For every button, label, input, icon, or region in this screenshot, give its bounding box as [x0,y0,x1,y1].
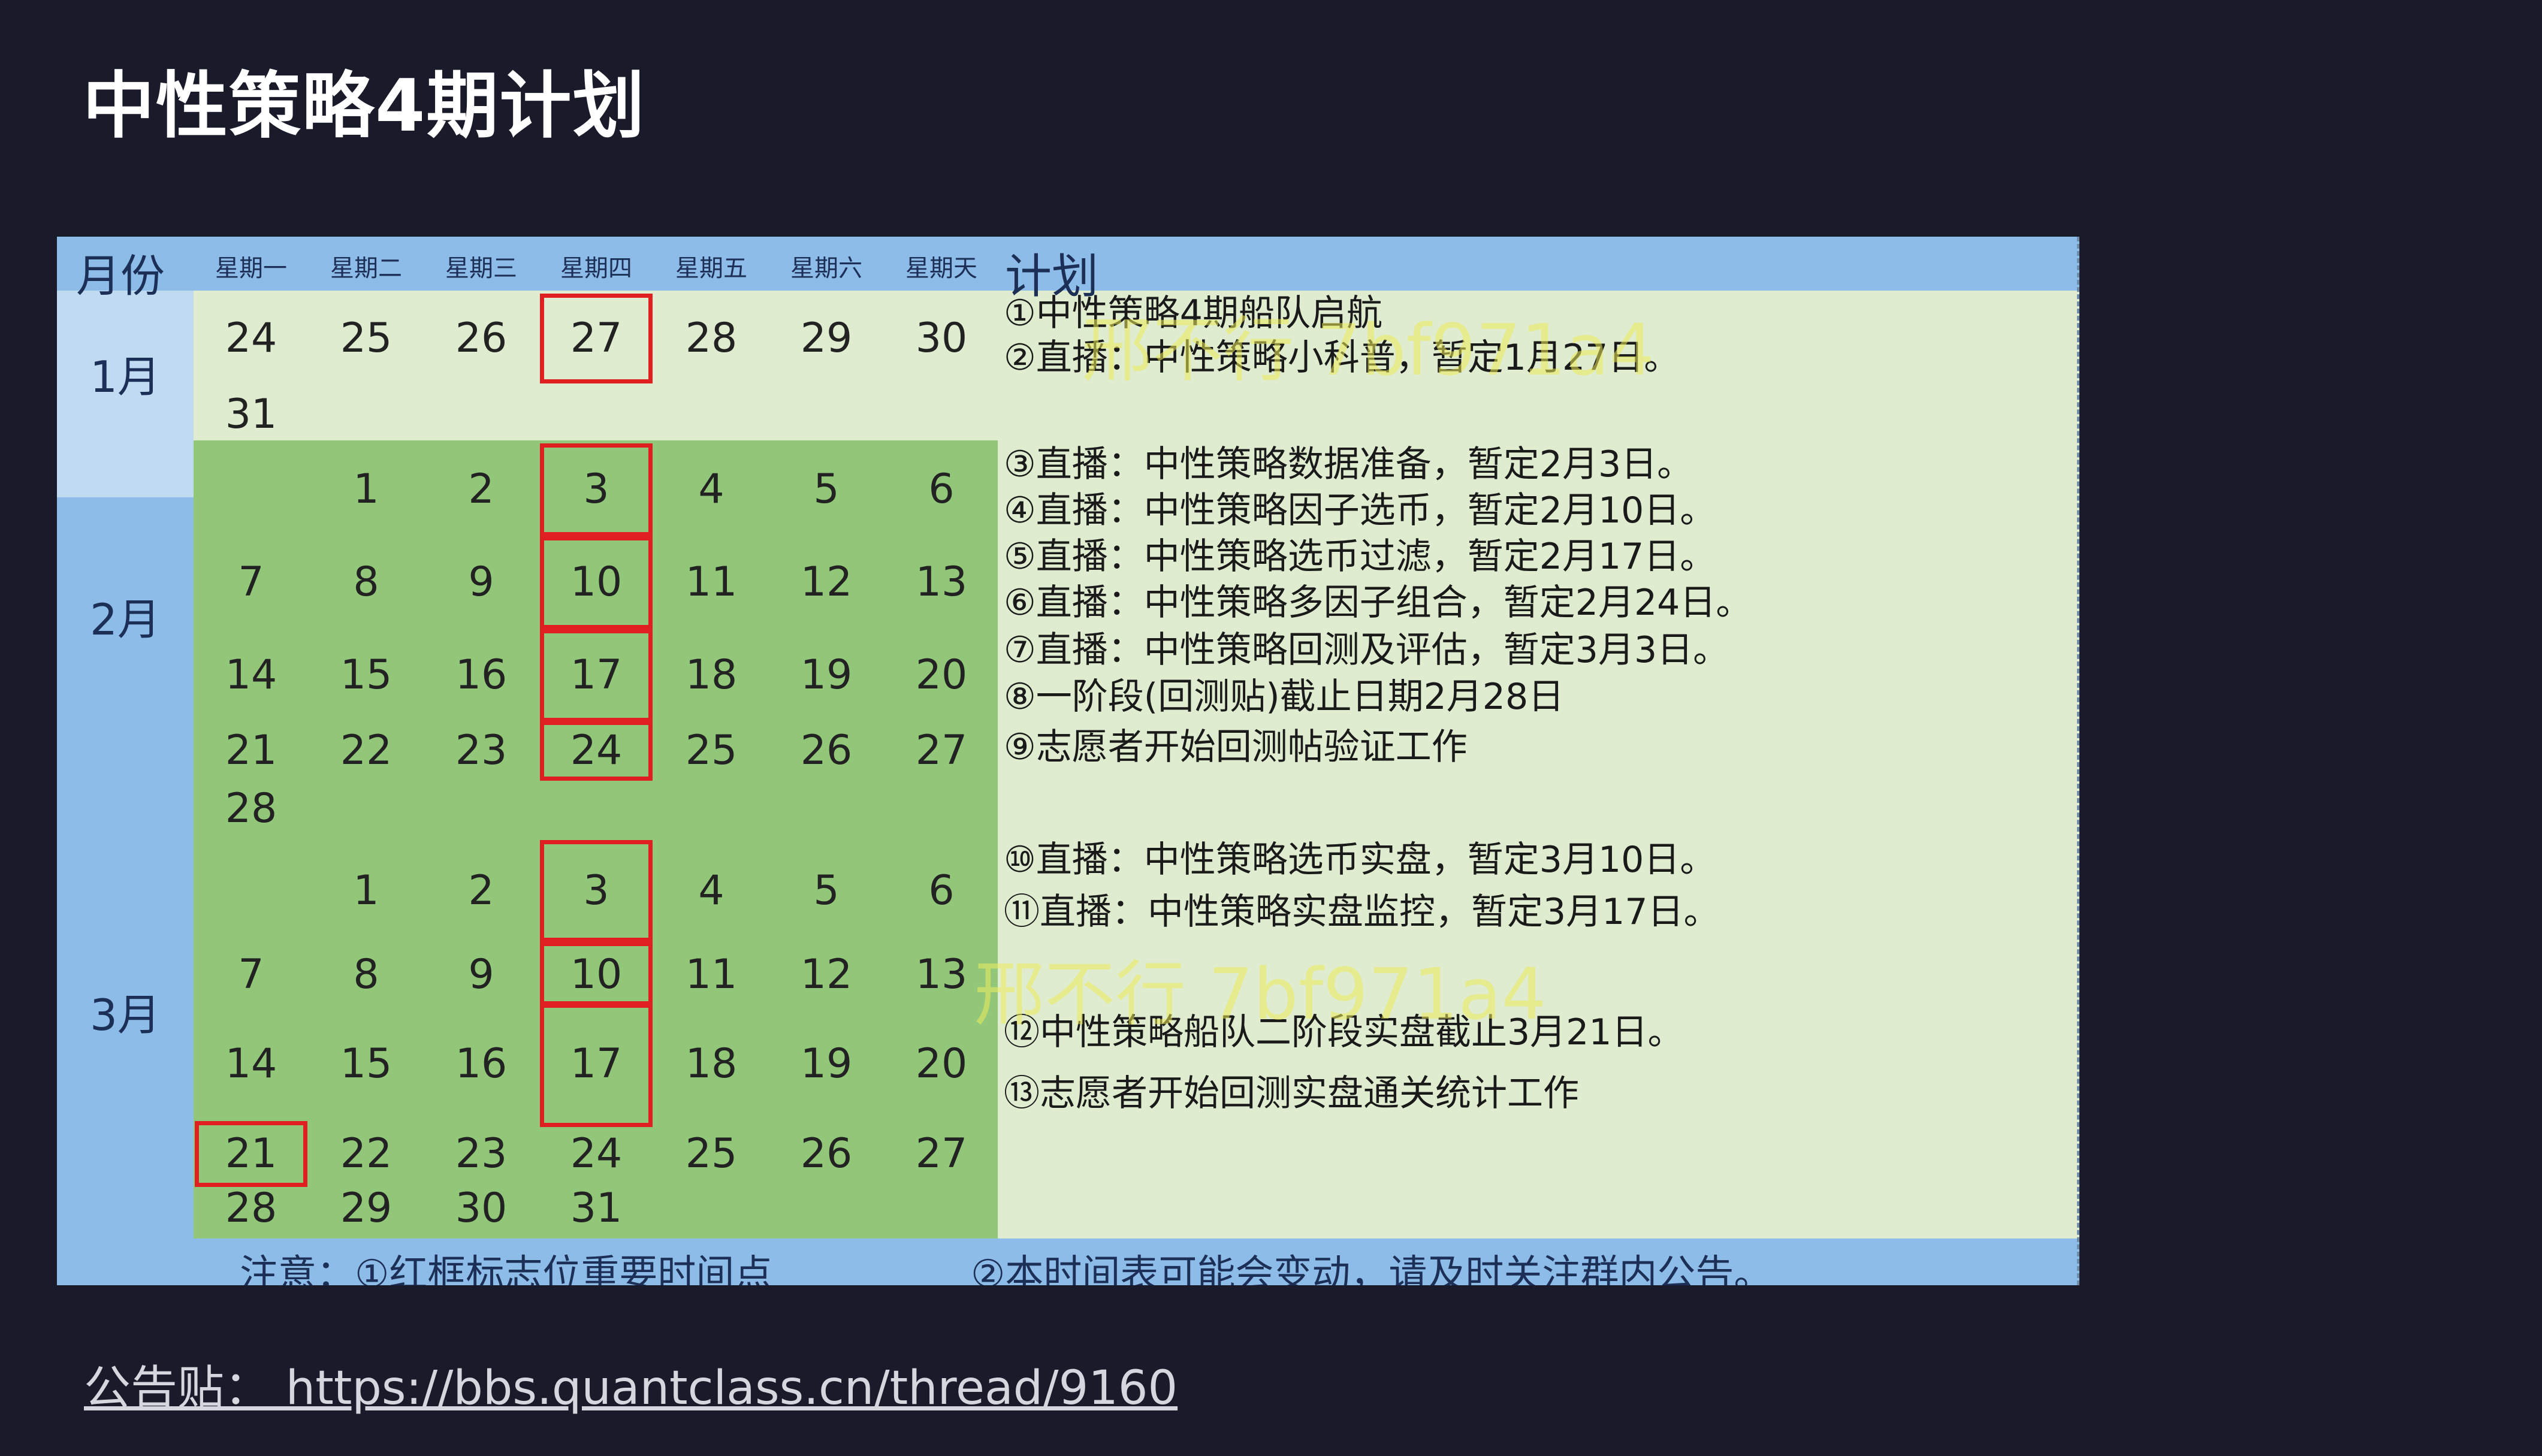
calendar-date: 29 [800,315,853,362]
calendar-date: 15 [340,1040,393,1088]
calendar-date: 21 [225,727,277,774]
calendar-date: 23 [455,727,508,774]
calendar-date: 20 [915,651,968,699]
important-date-box [540,294,653,383]
schedule-table: 月份 星期一 星期二 星期三 星期四 星期五 星期六 星期天 计划 1月 2月 … [57,237,2079,1285]
plan-item: ⑥直播：中性策略多因子组合，暂定2月24日。 [1004,582,1752,624]
calendar-date: 16 [455,651,508,699]
calendar-date: 2 [468,466,494,513]
important-date-box [540,721,653,781]
calendar-date: 19 [800,1040,853,1088]
important-date-box [195,1121,307,1187]
note-schedule-may-change: ②本时间表可能会变动，请及时关注群内公告。 [971,1252,1773,1285]
calendar-date: 22 [340,1130,393,1177]
important-date-box [540,629,653,722]
calendar-date: 31 [570,1185,623,1232]
calendar-date: 12 [800,558,853,606]
plan-item: ⑩直播：中性策略选币实盘，暂定3月10日。 [1004,839,1716,881]
calendar-date: 5 [813,466,840,513]
plan-item: ⑦直播：中性策略回测及评估，暂定3月3日。 [1004,629,1729,671]
calendar-date: 31 [225,391,277,438]
calendar-date: 28 [685,315,738,362]
calendar-date: 6 [928,466,955,513]
calendar-date: 1 [353,867,379,914]
calendar-date: 30 [915,315,968,362]
plan-item: ⑬志愿者开始回测实盘通关统计工作 [1004,1073,1579,1114]
calendar-date: 15 [340,651,393,699]
calendar-date: 14 [225,651,277,699]
header-weekday: 星期二 [330,255,402,282]
header-month: 月份 [76,250,165,302]
calendar-date: 30 [455,1185,508,1232]
calendar-date: 18 [685,651,738,699]
watermark: 邢不行 7bf971a4 [1082,309,1655,391]
page-title: 中性策略4期计划 [83,65,646,148]
calendar-date: 6 [928,867,955,914]
plan-item: ⑧一阶段(回测贴)截止日期2月28日 [1004,676,1565,718]
important-date-box [540,536,653,629]
header-weekday: 星期六 [790,255,862,282]
calendar-date: 27 [915,727,968,774]
calendar-date: 16 [455,1040,508,1088]
calendar-date: 28 [225,785,277,832]
plan-item: ⑨志愿者开始回测帖验证工作 [1004,726,1468,768]
important-date-box [540,942,653,1008]
calendar-date: 26 [455,315,508,362]
calendar-date: 5 [813,867,840,914]
header-weekday: 星期三 [445,255,517,282]
announcement-link[interactable]: 公告贴： https://bbs.quantclass.cn/thread/91… [84,1365,1178,1412]
calendar-date: 13 [915,558,968,606]
month-label: 2月 [90,594,161,645]
calendar-date: 8 [353,951,379,998]
plan-item: ⑪直播：中性策略实盘监控，暂定3月17日。 [1004,891,1720,933]
calendar-date: 29 [340,1185,393,1232]
plan-item: ⑤直播：中性策略选币过滤，暂定2月17日。 [1004,536,1716,578]
calendar-date: 18 [685,1040,738,1088]
calendar-date: 1 [353,466,379,513]
calendar-date: 13 [915,951,968,998]
calendar-date: 20 [915,1040,968,1088]
calendar-date: 28 [225,1185,277,1232]
calendar-date: 25 [685,727,738,774]
calendar-date: 12 [800,951,853,998]
note-important-dates: 注意：①红框标志位重要时间点 [240,1252,773,1285]
calendar-date: 14 [225,1040,277,1088]
calendar-date: 24 [570,1130,623,1177]
watermark: 邢不行 7bf971a4 [974,953,1547,1035]
calendar-date: 9 [468,558,494,606]
header-weekday: 星期一 [215,255,287,282]
header-weekday: 星期天 [905,255,977,282]
calendar-date: 26 [800,727,853,774]
month-label: 3月 [90,990,161,1040]
calendar-date: 25 [685,1130,738,1177]
important-date-box [540,1001,653,1127]
calendar-date: 7 [238,558,264,606]
header-weekday: 星期四 [560,255,632,282]
plan-item: ③直播：中性策略数据准备，暂定2月3日。 [1004,443,1693,485]
header-weekday: 星期五 [675,255,747,282]
calendar-date: 2 [468,867,494,914]
calendar-date: 9 [468,951,494,998]
calendar-date: 4 [698,466,724,513]
important-date-box [540,840,653,942]
calendar-date: 25 [340,315,393,362]
calendar-date: 24 [225,315,277,362]
plan-item: ④直播：中性策略因子选币，暂定2月10日。 [1004,490,1716,531]
month-label: 1月 [90,352,161,402]
calendar-date: 8 [353,558,379,606]
calendar-date: 7 [238,951,264,998]
calendar-date: 27 [915,1130,968,1177]
calendar-date: 19 [800,651,853,699]
calendar-date: 23 [455,1130,508,1177]
important-date-box [540,443,653,536]
calendar-date: 22 [340,727,393,774]
calendar-date: 26 [800,1130,853,1177]
table-right-border [2077,237,2079,1285]
calendar-date: 11 [685,951,738,998]
calendar-date: 11 [685,558,738,606]
calendar-date: 4 [698,867,724,914]
